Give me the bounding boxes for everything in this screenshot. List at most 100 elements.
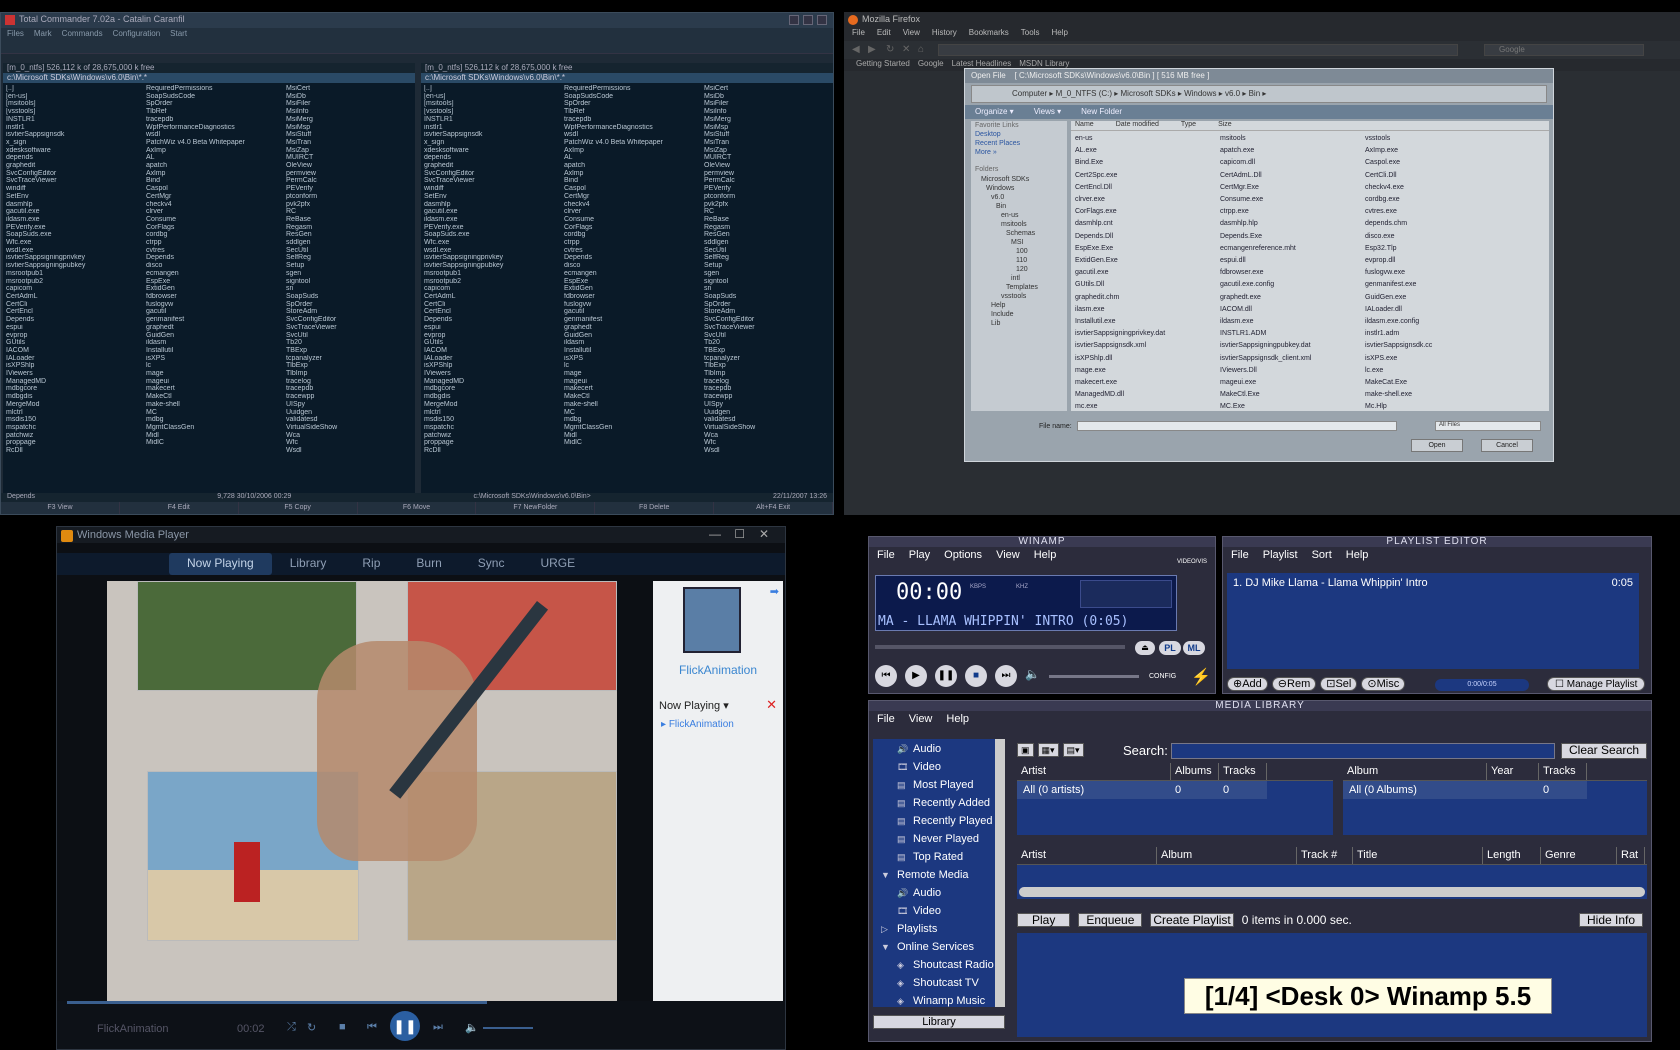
tc-right-file-entry[interactable]: TlbImp bbox=[704, 370, 833, 378]
dialog-file-item[interactable]: graphedt.exe bbox=[1220, 292, 1365, 304]
tc-right-file-entry[interactable]: Depends bbox=[424, 316, 564, 324]
col-type[interactable]: Type bbox=[1181, 121, 1196, 130]
ff-menu-help[interactable]: Help bbox=[1051, 28, 1067, 40]
tc-left-file-entry[interactable]: ReBase bbox=[286, 216, 415, 224]
tc-right-file-entry[interactable]: RequiredPermissions bbox=[564, 85, 704, 93]
tc-left-file-entry[interactable]: isXPS bbox=[146, 355, 286, 363]
tc-right-file-entry[interactable]: msrootpub2 bbox=[424, 278, 564, 286]
tc-right-file-entry[interactable]: CertAdmL bbox=[424, 293, 564, 301]
folder-tree-item[interactable]: v6.0 bbox=[975, 193, 1063, 202]
tc-left-file-entry[interactable]: apatch bbox=[146, 162, 286, 170]
ml-tree-item[interactable]: ▼ Online Services bbox=[873, 938, 1005, 956]
tc-right-file-entry[interactable]: PermCalc bbox=[704, 177, 833, 185]
dialog-file-item[interactable]: fuslogvw.exe bbox=[1365, 267, 1510, 279]
tc-left-file-entry[interactable]: ExtidGen bbox=[146, 285, 286, 293]
tc-right-file-entry[interactable]: SvcTraceViewer bbox=[704, 324, 833, 332]
tc-right-file-entry[interactable]: MgmtClassGen bbox=[564, 424, 704, 432]
tc-right-file-entry[interactable]: Tb20 bbox=[704, 339, 833, 347]
dialog-file-list[interactable]: Name Date modified Type Size en-us msitoo… bbox=[1071, 121, 1549, 411]
dialog-file-item[interactable]: msitools bbox=[1220, 133, 1365, 145]
tc-right-file-entry[interactable]: mdbgcore bbox=[424, 385, 564, 393]
folder-tree-item[interactable]: 110 bbox=[975, 256, 1063, 265]
tc-left-file-entry[interactable]: mdbgcore bbox=[6, 385, 146, 393]
tc-left-file-entry[interactable]: MgmtClassGen bbox=[146, 424, 286, 432]
dialog-file-item[interactable]: ildasm.exe.config bbox=[1365, 316, 1510, 328]
dialog-file-item[interactable]: ilasm.exe bbox=[1075, 304, 1220, 316]
wa-menu-file[interactable]: File bbox=[877, 549, 895, 561]
tc-left-file-entry[interactable]: sddlgen bbox=[286, 239, 415, 247]
stop-icon[interactable]: ■ bbox=[339, 1021, 346, 1033]
dialog-file-item[interactable]: Depends.Exe bbox=[1220, 231, 1365, 243]
ff-menu-tools[interactable]: Tools bbox=[1021, 28, 1040, 40]
ml-tree-item[interactable]: ◈ Shoutcast TV bbox=[873, 974, 1005, 992]
tc-menu-mark[interactable]: Mark bbox=[34, 29, 52, 40]
tc-right-file-entry[interactable]: Wfc bbox=[704, 439, 833, 447]
tc-right-file-entry[interactable]: lc bbox=[564, 362, 704, 370]
bookmark-google[interactable]: Google bbox=[918, 59, 944, 71]
tc-f5-copy-button[interactable]: F5 Copy bbox=[239, 502, 358, 514]
folder-tree-item[interactable]: Templates bbox=[975, 283, 1063, 292]
tc-left-file-entry[interactable]: dasmhlp bbox=[6, 201, 146, 209]
tc-right-file-entry[interactable]: tracepdb bbox=[564, 116, 704, 124]
tc-left-file-entry[interactable]: MsiDb bbox=[286, 93, 415, 101]
dialog-file-item[interactable]: depends.chm bbox=[1365, 218, 1510, 230]
maximize-icon[interactable]: ☐ bbox=[734, 527, 745, 541]
dialog-file-item[interactable]: GuidGen.exe bbox=[1365, 292, 1510, 304]
visualizer[interactable] bbox=[1080, 580, 1172, 608]
tc-right-file-entry[interactable]: wsdl bbox=[564, 131, 704, 139]
tc-left-file-entry[interactable]: ResGen bbox=[286, 231, 415, 239]
pl-menu-playlist[interactable]: Playlist bbox=[1263, 549, 1298, 561]
misc-button[interactable]: ⊙Misc bbox=[1361, 677, 1406, 691]
tc-right-file-entry[interactable]: GuidGen bbox=[564, 332, 704, 340]
folder-tree-item[interactable]: Schemas bbox=[975, 229, 1063, 238]
link-more[interactable]: More » bbox=[971, 148, 1067, 157]
artist-table[interactable]: Artist Albums Tracks All (0 artists) 0 0 bbox=[1017, 763, 1333, 835]
folder-tree-item[interactable]: Help bbox=[975, 301, 1063, 310]
ml-tree-item[interactable]: 🔊 Audio bbox=[873, 740, 1005, 758]
dialog-file-item[interactable]: isvtierSappsigningpubkey.dat bbox=[1220, 340, 1365, 352]
volume-icon[interactable]: 🔈 bbox=[465, 1021, 479, 1034]
tc-left-file-entry[interactable]: mageui bbox=[146, 378, 286, 386]
pl-menu-sort[interactable]: Sort bbox=[1312, 549, 1332, 561]
video-area[interactable] bbox=[107, 581, 617, 1001]
remove-button[interactable]: ⊖Rem bbox=[1271, 677, 1317, 691]
tc-left-file-entry[interactable]: SpOrder bbox=[146, 100, 286, 108]
tc-right-file-entry[interactable]: SoapSuds bbox=[704, 293, 833, 301]
tc-left-file-entry[interactable]: SelfReg bbox=[286, 254, 415, 262]
ml-navigation-tree[interactable]: 🔊 Audio 🎞 Video ▤ Most Played ▤ Recently Added ▤… bbox=[873, 739, 1005, 1007]
play-button[interactable]: Play bbox=[1017, 913, 1071, 927]
tc-left-file-entry[interactable]: GUtils bbox=[6, 339, 146, 347]
tc-right-file-list[interactable]: [..] RequiredPermissions MsiCert [en-us] Soa… bbox=[421, 83, 833, 457]
dialog-file-item[interactable]: capicom.dll bbox=[1220, 157, 1365, 169]
ml-tree-scrollbar[interactable] bbox=[995, 739, 1005, 1007]
tc-left-file-entry[interactable]: Wca bbox=[286, 432, 415, 440]
dialog-file-item[interactable]: disco.exe bbox=[1365, 231, 1510, 243]
reload-icon[interactable]: ↻ bbox=[886, 44, 894, 55]
ml-tree-item[interactable]: ◈ Shoutcast Radio bbox=[873, 956, 1005, 974]
tc-right-file-entry[interactable]: mlctrl bbox=[424, 409, 564, 417]
ml-tree-item[interactable]: 🔊 Audio bbox=[873, 884, 1005, 902]
tc-right-file-entry[interactable]: pvk2pfx bbox=[704, 201, 833, 209]
tc-right-file-entry[interactable]: Wfc.exe bbox=[424, 239, 564, 247]
dialog-file-item[interactable]: CertMgr.Exe bbox=[1220, 182, 1365, 194]
folder-tree-item[interactable]: vsstools bbox=[975, 292, 1063, 301]
tc-right-file-entry[interactable]: isXPS bbox=[564, 355, 704, 363]
tc-left-file-entry[interactable]: disco bbox=[146, 262, 286, 270]
close-icon[interactable]: ✕ bbox=[759, 527, 769, 541]
tc-right-file-entry[interactable]: Uuidgen bbox=[704, 409, 833, 417]
song-ticker[interactable]: MA - LLAMA WHIPPIN' INTRO (0:05) bbox=[878, 614, 1128, 629]
tc-left-file-entry[interactable]: signtool bbox=[286, 278, 415, 286]
volume-slider[interactable] bbox=[1049, 675, 1139, 678]
album-row[interactable]: All (0 Albums) 0 bbox=[1343, 781, 1587, 799]
previous-icon[interactable]: ⏮ bbox=[367, 1021, 377, 1034]
tc-left-file-entry[interactable]: PatchWiz v4.0 Beta Whitepaper bbox=[146, 139, 286, 147]
col-album[interactable]: Album bbox=[1343, 763, 1487, 780]
album-table[interactable]: Album Year Tracks All (0 Albums) 0 bbox=[1343, 763, 1647, 835]
tc-right-file-entry[interactable]: mage bbox=[564, 370, 704, 378]
dialog-file-item[interactable]: CertEncl.Dll bbox=[1075, 182, 1220, 194]
dialog-file-item[interactable]: make-shell.exe bbox=[1365, 389, 1510, 401]
tab-rip[interactable]: Rip bbox=[344, 553, 398, 575]
ml-menu-help[interactable]: Help bbox=[946, 713, 969, 725]
tc-right-file-entry[interactable]: gacutil bbox=[564, 308, 704, 316]
tc-right-file-entry[interactable]: PatchWiz v4.0 Beta Whitepaper bbox=[564, 139, 704, 147]
